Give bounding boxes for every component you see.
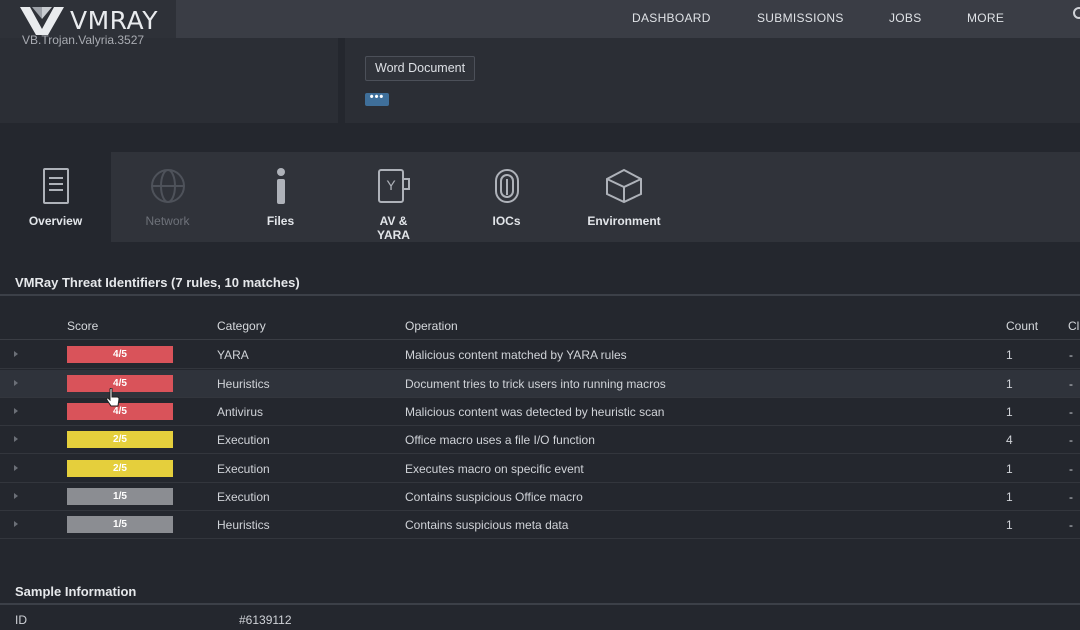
cube-icon bbox=[604, 166, 644, 206]
hand-cursor-icon bbox=[106, 388, 120, 407]
table-row[interactable]: 4/5 Antivirus Malicious content was dete… bbox=[0, 398, 1080, 426]
nav-dashboard[interactable]: DASHBOARD bbox=[632, 11, 711, 25]
section-divider bbox=[0, 294, 1080, 296]
operation-cell: Contains suspicious meta data bbox=[405, 518, 569, 532]
fingerprint-icon bbox=[487, 166, 527, 206]
score-badge: 1/5 bbox=[67, 488, 173, 505]
category-cell: Heuristics bbox=[217, 377, 270, 391]
file-type-tag: Word Document bbox=[365, 56, 476, 81]
sample-details-card: Word Document ••• bbox=[345, 38, 1080, 123]
expand-arrow-icon[interactable] bbox=[14, 521, 18, 527]
top-nav-bar: VMRAY DASHBOARD SUBMISSIONS JOBS MORE bbox=[0, 0, 1080, 40]
report-tabs: Overview Network Files Y AV & YARA IOCs … bbox=[0, 152, 1080, 242]
sample-id-value: #6139112 bbox=[239, 613, 292, 627]
sample-information-title: Sample Information bbox=[15, 584, 137, 599]
count-cell: 1 bbox=[1006, 405, 1013, 419]
section-divider bbox=[0, 603, 1080, 605]
tab-overview[interactable]: Overview bbox=[0, 152, 111, 242]
sample-summary-card: VB.Trojan.Valyria.3527 bbox=[0, 33, 338, 123]
table-header-divider bbox=[0, 339, 1080, 340]
classification-cell: - bbox=[1069, 433, 1073, 447]
score-badge: 4/5 bbox=[67, 375, 173, 392]
category-cell: Execution bbox=[217, 490, 270, 504]
logo-text: VMRAY bbox=[70, 5, 158, 35]
nav-jobs[interactable]: JOBS bbox=[889, 11, 922, 25]
classification-cell: - bbox=[1069, 405, 1073, 419]
expand-arrow-icon[interactable] bbox=[14, 436, 18, 442]
count-cell: 1 bbox=[1006, 348, 1013, 362]
classification-cell: - bbox=[1069, 462, 1073, 476]
tab-iocs[interactable]: IOCs bbox=[450, 152, 563, 242]
category-cell: Heuristics bbox=[217, 518, 270, 532]
table-row[interactable]: 1/5 Heuristics Contains suspicious meta … bbox=[0, 511, 1080, 539]
expand-arrow-icon[interactable] bbox=[14, 493, 18, 499]
column-score[interactable]: Score bbox=[67, 319, 98, 333]
nav-submissions[interactable]: SUBMISSIONS bbox=[757, 11, 844, 25]
tab-network[interactable]: Network bbox=[111, 152, 224, 242]
search-icon[interactable] bbox=[1072, 6, 1080, 22]
tab-files-label: Files bbox=[266, 214, 295, 228]
table-row[interactable]: 2/5 Execution Executes macro on specific… bbox=[0, 455, 1080, 483]
classification-cell: - bbox=[1069, 490, 1073, 504]
expand-arrow-icon[interactable] bbox=[14, 465, 18, 471]
column-count[interactable]: Count bbox=[1006, 319, 1038, 333]
more-tags-button[interactable]: ••• bbox=[365, 92, 389, 106]
tab-av-yara-label: AV & YARA bbox=[377, 214, 410, 242]
count-cell: 1 bbox=[1006, 377, 1013, 391]
tab-iocs-label: IOCs bbox=[492, 214, 521, 228]
operation-cell: Malicious content was detected by heuris… bbox=[405, 405, 665, 419]
category-cell: Execution bbox=[217, 462, 270, 476]
info-icon bbox=[261, 166, 301, 206]
count-cell: 1 bbox=[1006, 462, 1013, 476]
tab-environment-label: Environment bbox=[587, 214, 661, 228]
count-cell: 1 bbox=[1006, 518, 1013, 532]
score-badge: 4/5 bbox=[67, 403, 173, 420]
classification-cell: - bbox=[1069, 377, 1073, 391]
classification-cell: - bbox=[1069, 348, 1073, 362]
score-badge: 2/5 bbox=[67, 431, 173, 448]
expand-arrow-icon[interactable] bbox=[14, 380, 18, 386]
vmray-logo-mark-icon bbox=[20, 7, 64, 35]
score-badge: 2/5 bbox=[67, 460, 173, 477]
svg-text:Y: Y bbox=[386, 177, 396, 193]
expand-arrow-icon[interactable] bbox=[14, 351, 18, 357]
globe-icon bbox=[148, 166, 188, 206]
operation-cell: Office macro uses a file I/O function bbox=[405, 433, 595, 447]
table-row[interactable]: 4/5 Heuristics Document tries to trick u… bbox=[0, 370, 1080, 398]
tab-files[interactable]: Files bbox=[224, 152, 337, 242]
category-cell: Antivirus bbox=[217, 405, 264, 419]
category-cell: YARA bbox=[217, 348, 249, 362]
table-row[interactable]: 1/5 Execution Contains suspicious Office… bbox=[0, 483, 1080, 511]
column-category[interactable]: Category bbox=[217, 319, 266, 333]
score-badge: 1/5 bbox=[67, 516, 173, 533]
tab-av-yara[interactable]: Y AV & YARA bbox=[337, 152, 450, 242]
expand-arrow-icon[interactable] bbox=[14, 408, 18, 414]
column-operation[interactable]: Operation bbox=[405, 319, 458, 333]
av-yara-icon: Y bbox=[374, 166, 414, 206]
table-row[interactable]: 4/5 YARA Malicious content matched by YA… bbox=[0, 341, 1080, 369]
threat-identifiers-title: VMRay Threat Identifiers (7 rules, 10 ma… bbox=[15, 275, 300, 290]
table-row[interactable]: 2/5 Execution Office macro uses a file I… bbox=[0, 426, 1080, 454]
operation-cell: Contains suspicious Office macro bbox=[405, 490, 583, 504]
tab-network-label: Network bbox=[145, 214, 190, 228]
operation-cell: Document tries to trick users into runni… bbox=[405, 377, 666, 391]
count-cell: 1 bbox=[1006, 490, 1013, 504]
sample-id-label: ID bbox=[15, 613, 27, 627]
document-icon bbox=[36, 166, 76, 206]
nav-more[interactable]: MORE bbox=[967, 11, 1004, 25]
column-classification[interactable]: Cl bbox=[1068, 319, 1079, 333]
category-cell: Execution bbox=[217, 433, 270, 447]
sample-name: VB.Trojan.Valyria.3527 bbox=[22, 33, 145, 47]
classification-cell: - bbox=[1069, 518, 1073, 532]
tab-environment[interactable]: Environment bbox=[563, 152, 685, 242]
operation-cell: Malicious content matched by YARA rules bbox=[405, 348, 627, 362]
count-cell: 4 bbox=[1006, 433, 1013, 447]
tab-overview-label: Overview bbox=[28, 214, 83, 228]
operation-cell: Executes macro on specific event bbox=[405, 462, 584, 476]
score-badge: 4/5 bbox=[67, 346, 173, 363]
